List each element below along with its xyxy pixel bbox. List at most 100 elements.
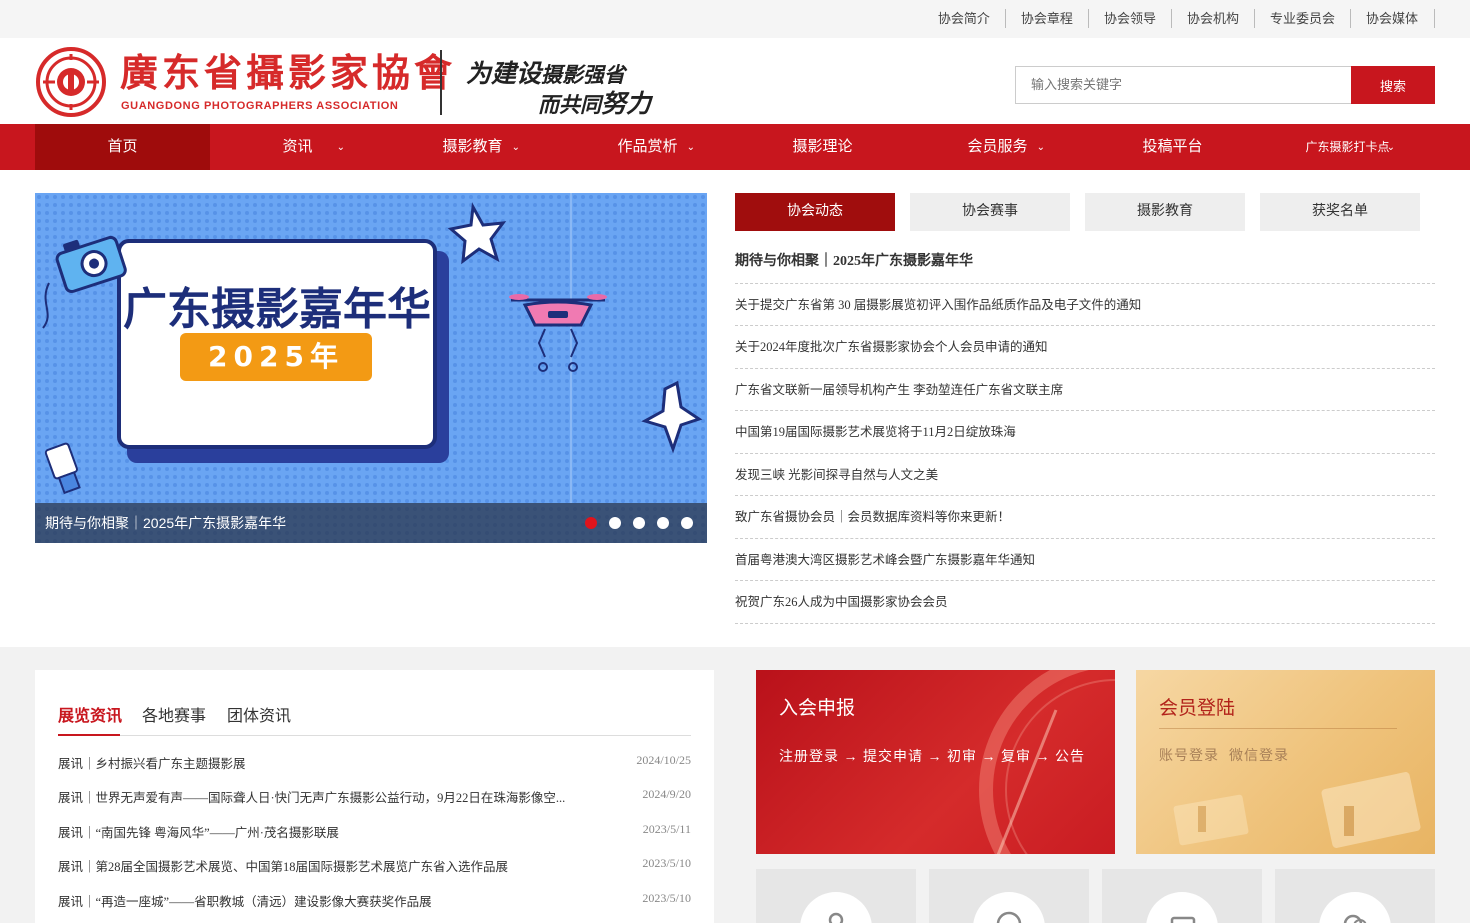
news-item[interactable]: 祝贺广东26人成为中国摄影家协会会员 [735, 581, 1435, 624]
nav-label: 投稿平台 [1142, 139, 1203, 155]
account-login-link[interactable]: 账号登录 [1159, 749, 1219, 764]
membership-application-title: 入会申报 [779, 698, 856, 719]
nav-item-theory[interactable]: 摄影理论 [735, 124, 910, 170]
news-item[interactable]: 中国第19届国际摄影艺术展览将于11月2日绽放珠海 [735, 411, 1435, 454]
chevron-down-icon: ⌄ [1036, 142, 1045, 153]
exhibition-title[interactable]: 展讯｜“再造一座城”——省职教城（清远）建设影像大赛获奖作品展 [58, 891, 432, 910]
service-circle [1146, 892, 1218, 923]
exhibition-date: 2023/5/11 [642, 822, 691, 836]
tab-regional-contests[interactable]: 各地赛事 [142, 702, 206, 726]
member-login-divider [1159, 728, 1397, 729]
service-circle [1319, 892, 1391, 923]
member-login-links: 账号登录 微信登录 [1159, 745, 1299, 765]
exhibition-title[interactable]: 展讯｜世界无声爱有声——国际聋人日·快门无声广东摄影公益行动，9月22日在珠海影… [58, 787, 565, 806]
exhibition-date: 2024/9/20 [642, 787, 691, 801]
top-link-charter[interactable]: 协会章程 [1006, 9, 1089, 28]
tab-exhibition-news[interactable]: 展览资讯 [58, 702, 122, 726]
banner-caption-bar: 期待与你相聚｜2025年广东摄影嘉年华 [35, 503, 707, 543]
nav-label: 首页 [107, 139, 138, 155]
exhibition-date: 2024/10/25 [636, 753, 691, 767]
slogan-line-2-part-b: 努力 [601, 90, 652, 118]
nav-item-checkin-spots[interactable]: 广东摄影打卡点 ⌄ [1260, 124, 1435, 170]
nav-label: 摄影理论 [792, 139, 853, 155]
member-login-title: 会员登陆 [1159, 698, 1236, 719]
top-link-committees[interactable]: 专业委员会 [1255, 9, 1351, 28]
chevron-down-icon: ⌄ [1386, 142, 1395, 153]
nav-item-works[interactable]: 作品赏析 ⌄ [560, 124, 735, 170]
top-link-intro[interactable]: 协会简介 [923, 9, 1006, 28]
slogan-line-2: 而共同努力 [538, 84, 651, 120]
service-circle [800, 892, 872, 923]
service-circle [973, 892, 1045, 923]
nav-item-photo-education[interactable]: 摄影教育 ⌄ [385, 124, 560, 170]
service-card-4[interactable] [1275, 869, 1435, 923]
top-utility-bar: 协会简介 协会章程 协会领导 协会机构 专业委员会 协会媒体 [0, 0, 1470, 38]
carousel-dot-3[interactable] [633, 517, 645, 529]
nav-item-home[interactable]: 首页 [35, 124, 210, 170]
top-link-leaders[interactable]: 协会领导 [1089, 9, 1172, 28]
id-card-icon [1170, 916, 1196, 923]
top-link-media[interactable]: 协会媒体 [1351, 9, 1435, 28]
nav-label: 摄影教育 [442, 139, 503, 155]
news-item[interactable]: 首届粤港澳大湾区摄影艺术峰会暨广东摄影嘉年华通知 [735, 539, 1435, 581]
membership-application-card[interactable]: 入会申报 注册登录 → 提交申请 → 初审 → 复审 → 公告 [756, 670, 1115, 854]
news-list: 期待与你相聚｜2025年广东摄影嘉年华 关于提交广东省第 30 届摄影展览初评入… [735, 241, 1435, 624]
chevron-down-icon: ⌄ [511, 142, 520, 153]
news-item[interactable]: 致广东省摄协会员｜会员数据库资料等你来更新！ [735, 496, 1435, 539]
exhibition-date: 2023/5/10 [642, 891, 691, 905]
slogan-line-2-part-a: 而共同 [538, 94, 601, 117]
top-link-organization[interactable]: 协会机构 [1172, 9, 1255, 28]
location-pin-icon [828, 912, 844, 923]
hero-banner[interactable]: 广东摄影嘉年华 2025年 期待与你相聚｜2025年广东摄影嘉年华 [35, 193, 707, 543]
carousel-dots [585, 517, 693, 529]
search-input[interactable] [1015, 66, 1351, 104]
nav-item-news[interactable]: 资讯 ⌄ [210, 124, 385, 170]
main-nav: 首页 资讯 ⌄ 摄影教育 ⌄ 作品赏析 ⌄ 摄影理论 会员服务 ⌄ 投稿平台 广东摄影打… [0, 124, 1470, 170]
carousel-dot-5[interactable] [681, 517, 693, 529]
news-item[interactable]: 广东省文联新一届领导机构产生 李劲堃连任广东省文联主席 [735, 369, 1435, 411]
nav-label: 会员服务 [967, 139, 1028, 155]
news-headline[interactable]: 期待与你相聚｜2025年广东摄影嘉年华 [735, 241, 1435, 284]
exhibition-panel: 展览资讯 各地赛事 团体资讯 展讯｜乡村振兴看广东主题摄影展 2024/10/2… [35, 670, 714, 923]
exhibition-row[interactable]: 展讯｜第28届全国摄影艺术展览、中国第18届国际摄影艺术展览广东省入选作品展 2… [58, 856, 691, 876]
association-emblem-icon[interactable] [35, 46, 107, 118]
tab-divider [58, 735, 691, 736]
service-card-1[interactable] [756, 869, 916, 923]
service-card-3[interactable] [1102, 869, 1262, 923]
banner-year-badge: 2025年 [208, 340, 344, 373]
news-item[interactable]: 关于2024年度批次广东省摄影家协会个人会员申请的通知 [735, 326, 1435, 369]
search-circle-icon [996, 911, 1022, 923]
tab-group-news[interactable]: 团体资讯 [227, 702, 291, 726]
site-header: 廣东省攝影家協會 GUANGDONG PHOTOGRAPHERS ASSOCIA… [0, 38, 1470, 124]
carousel-dot-2[interactable] [609, 517, 621, 529]
news-item[interactable]: 发现三峡 光影间探寻自然与人文之美 [735, 454, 1435, 496]
chat-bubble-icon [1343, 914, 1367, 923]
exhibition-date: 2023/5/10 [642, 856, 691, 870]
search-button[interactable]: 搜索 [1351, 66, 1435, 104]
tab-association-contests[interactable]: 协会赛事 [910, 193, 1070, 231]
exhibition-row[interactable]: 展讯｜“南国先锋 粤海风华”——广州·茂名摄影联展 2023/5/11 [58, 822, 691, 842]
exhibition-row[interactable]: 展讯｜乡村振兴看广东主题摄影展 2024/10/25 [58, 753, 691, 773]
nav-item-member-services[interactable]: 会员服务 ⌄ [910, 124, 1085, 170]
service-card-2[interactable] [929, 869, 1089, 923]
exhibition-row[interactable]: 展讯｜世界无声爱有声——国际聋人日·快门无声广东摄影公益行动，9月22日在珠海影… [58, 787, 691, 807]
exhibition-title[interactable]: 展讯｜“南国先锋 粤海风华”——广州·茂名摄影联展 [58, 822, 339, 841]
slogan-line-1-part-a: 为建设 [466, 60, 542, 88]
tab-photo-education[interactable]: 摄影教育 [1085, 193, 1245, 231]
carousel-dot-4[interactable] [657, 517, 669, 529]
tab-award-list[interactable]: 获奖名单 [1260, 193, 1420, 231]
wechat-login-link[interactable]: 微信登录 [1229, 749, 1289, 764]
exhibition-title[interactable]: 展讯｜乡村振兴看广东主题摄影展 [58, 753, 246, 772]
chevron-down-icon: ⌄ [686, 142, 695, 153]
membership-application-steps: 注册登录 → 提交申请 → 初审 → 复审 → 公告 [779, 750, 1085, 765]
logo-chinese-name[interactable]: 廣东省攝影家協會 [120, 50, 456, 96]
exhibition-title[interactable]: 展讯｜第28届全国摄影艺术展览、中国第18届国际摄影艺术展览广东省入选作品展 [58, 856, 508, 875]
top-links: 协会简介 协会章程 协会领导 协会机构 专业委员会 协会媒体 [923, 9, 1435, 28]
news-item[interactable]: 关于提交广东省第 30 届摄影展览初评入围作品纸质作品及电子文件的通知 [735, 284, 1435, 326]
banner-caption[interactable]: 期待与你相聚｜2025年广东摄影嘉年华 [45, 503, 286, 543]
tab-association-news[interactable]: 协会动态 [735, 193, 895, 231]
nav-item-submission[interactable]: 投稿平台 [1085, 124, 1260, 170]
chevron-down-icon: ⌄ [336, 142, 345, 153]
exhibition-row[interactable]: 展讯｜“再造一座城”——省职教城（清远）建设影像大赛获奖作品展 2023/5/1… [58, 891, 691, 911]
carousel-dot-1[interactable] [585, 517, 597, 529]
